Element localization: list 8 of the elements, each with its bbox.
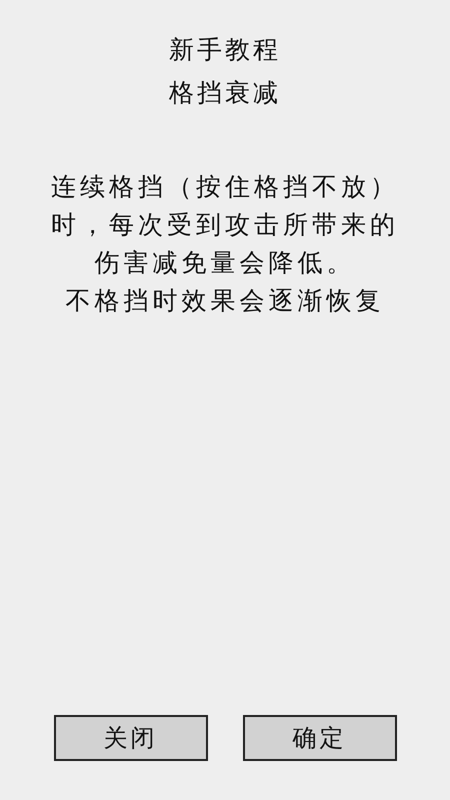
- confirm-button[interactable]: 确定: [242, 715, 396, 761]
- description-line: 伤害减免量会降低。: [94, 247, 356, 279]
- description-line: 连续格挡（按住格挡不放）: [51, 171, 399, 203]
- description-line: 不格挡时效果会逐渐恢复: [66, 285, 384, 317]
- screen-subtitle: 格挡衰减: [169, 77, 281, 109]
- screen-title: 新手教程: [169, 34, 281, 66]
- close-button[interactable]: 关闭: [54, 715, 208, 761]
- description-line: 时，每次受到攻击所带来的: [51, 209, 399, 241]
